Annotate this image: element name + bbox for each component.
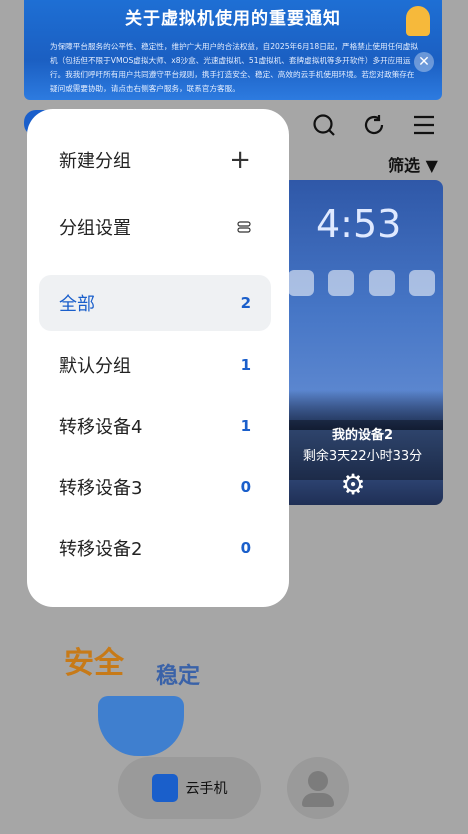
menu-item-label: 默认分组 — [59, 356, 131, 377]
user-icon — [308, 771, 328, 791]
user-icon-body — [302, 793, 334, 807]
menu-icon[interactable] — [411, 112, 437, 138]
group-count: 0 — [240, 539, 251, 557]
promo-graphic: 安全 稳定 — [64, 638, 224, 756]
banner-title: 关于虚拟机使用的重要通知 — [125, 9, 341, 29]
group-count: 1 — [240, 417, 251, 435]
plus-icon: + — [229, 145, 251, 175]
gear-icon[interactable]: ⚙ — [338, 470, 368, 500]
menu-item-label: 转移设备3 — [59, 478, 143, 499]
device-screen-time: 4:53 — [316, 202, 402, 246]
close-icon[interactable]: ✕ — [414, 52, 434, 72]
menu-item-group-all[interactable]: 全部 2 — [39, 275, 271, 331]
nav-cloud-phone[interactable]: 云手机 — [118, 757, 261, 819]
device-card[interactable]: 4:53 我的设备2 剩余3天22小时33分 ⚙ — [282, 180, 443, 505]
refresh-icon[interactable] — [361, 112, 387, 138]
banner-body: 为保障平台服务的公平性、稳定性，维护广大用户的合法权益，自2025年6月18日起… — [50, 42, 418, 93]
nav-profile[interactable] — [287, 757, 349, 819]
search-icon[interactable] — [311, 112, 337, 138]
group-menu: 新建分组 + 分组设置 全部 2 默认分组 1 转移设备4 1 转移设备3 0 … — [27, 109, 289, 607]
menu-item-group-default[interactable]: 默认分组 1 — [39, 337, 271, 393]
settings-icon — [237, 221, 251, 233]
app-icon — [368, 270, 395, 296]
device-app-row — [288, 270, 435, 310]
app-icon — [408, 270, 435, 296]
menu-item-label: 分组设置 — [59, 218, 131, 239]
group-count: 1 — [240, 356, 251, 374]
device-remaining-time: 剩余3天22小时33分 — [302, 449, 423, 464]
promo-text-stable: 稳定 — [156, 664, 201, 689]
device-name: 我的设备2 — [331, 428, 394, 443]
menu-item-group-settings[interactable]: 分组设置 — [39, 199, 271, 255]
nav-cloud-phone-label: 云手机 — [185, 781, 228, 797]
app-icon — [288, 270, 314, 296]
filter-button[interactable]: 筛选 ▼ — [388, 152, 438, 176]
group-count: 0 — [240, 478, 251, 496]
menu-item-label: 新建分组 — [59, 151, 131, 172]
notice-banner[interactable]: 关于虚拟机使用的重要通知 为保障平台服务的公平性、稳定性，维护广大用户的合法权益… — [24, 0, 442, 100]
menu-item-group-transfer-4[interactable]: 转移设备4 1 — [39, 398, 271, 454]
bell-icon — [406, 6, 430, 36]
menu-item-label: 全部 — [59, 294, 95, 315]
menu-item-label: 转移设备2 — [59, 539, 143, 560]
group-count: 2 — [240, 294, 251, 312]
menu-item-group-transfer-3[interactable]: 转移设备3 0 — [39, 459, 271, 515]
menu-item-new-group[interactable]: 新建分组 + — [39, 132, 271, 188]
promo-text-safe: 安全 — [64, 646, 124, 681]
menu-item-label: 转移设备4 — [59, 417, 143, 438]
app-icon — [328, 270, 355, 296]
shield-icon — [98, 696, 184, 756]
phone-icon — [151, 774, 178, 802]
menu-item-group-transfer-2[interactable]: 转移设备2 0 — [39, 520, 271, 576]
